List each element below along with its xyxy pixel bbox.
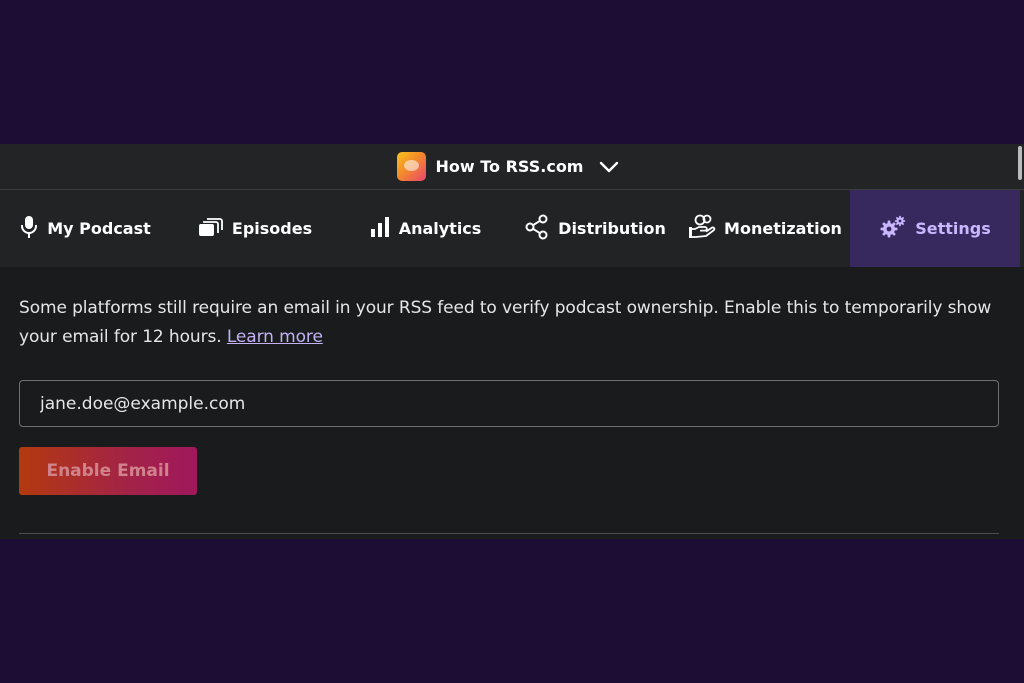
tab-episodes[interactable]: Episodes [170,190,340,267]
podcast-cover-art [396,152,426,181]
tab-label: Distribution [558,219,666,238]
tab-my-podcast[interactable]: My Podcast [0,190,170,267]
scrollbar-thumb[interactable] [1018,146,1022,180]
main-nav: My Podcast Episodes Analytics Distributi… [0,190,1024,267]
chevron-down-icon[interactable] [599,157,619,177]
tab-settings[interactable]: Settings [850,190,1020,267]
episodes-stack-icon [198,217,224,241]
tab-label: Monetization [724,219,842,238]
top-bar: How To RSS.com [0,144,1024,190]
gears-icon [879,215,907,243]
tab-distribution[interactable]: Distribution [510,190,680,267]
tab-monetization[interactable]: Monetization [680,190,850,267]
description-text: Some platforms still require an email in… [19,298,992,347]
email-field[interactable] [19,380,999,427]
app-window: How To RSS.com My Podcast Episodes Analy… [0,144,1024,539]
tab-analytics[interactable]: Analytics [340,190,510,267]
section-divider [19,533,999,534]
tab-label: Episodes [231,219,313,238]
podcast-name: How To RSS.com [435,157,584,176]
tab-label: Analytics [398,219,482,238]
email-description: Some platforms still require an email in… [19,294,999,352]
share-icon [524,214,550,244]
learn-more-link[interactable]: Learn more [227,327,323,347]
podcast-switcher[interactable]: How To RSS.com [396,152,620,181]
email-verification-section: Some platforms still require an email in… [19,294,999,352]
hand-coins-icon [688,214,716,244]
bar-chart-icon [369,216,391,242]
enable-email-button[interactable]: Enable Email [19,447,197,495]
tab-label: My Podcast [47,219,151,238]
tab-label: Settings [915,219,991,238]
microphone-icon [19,215,39,243]
